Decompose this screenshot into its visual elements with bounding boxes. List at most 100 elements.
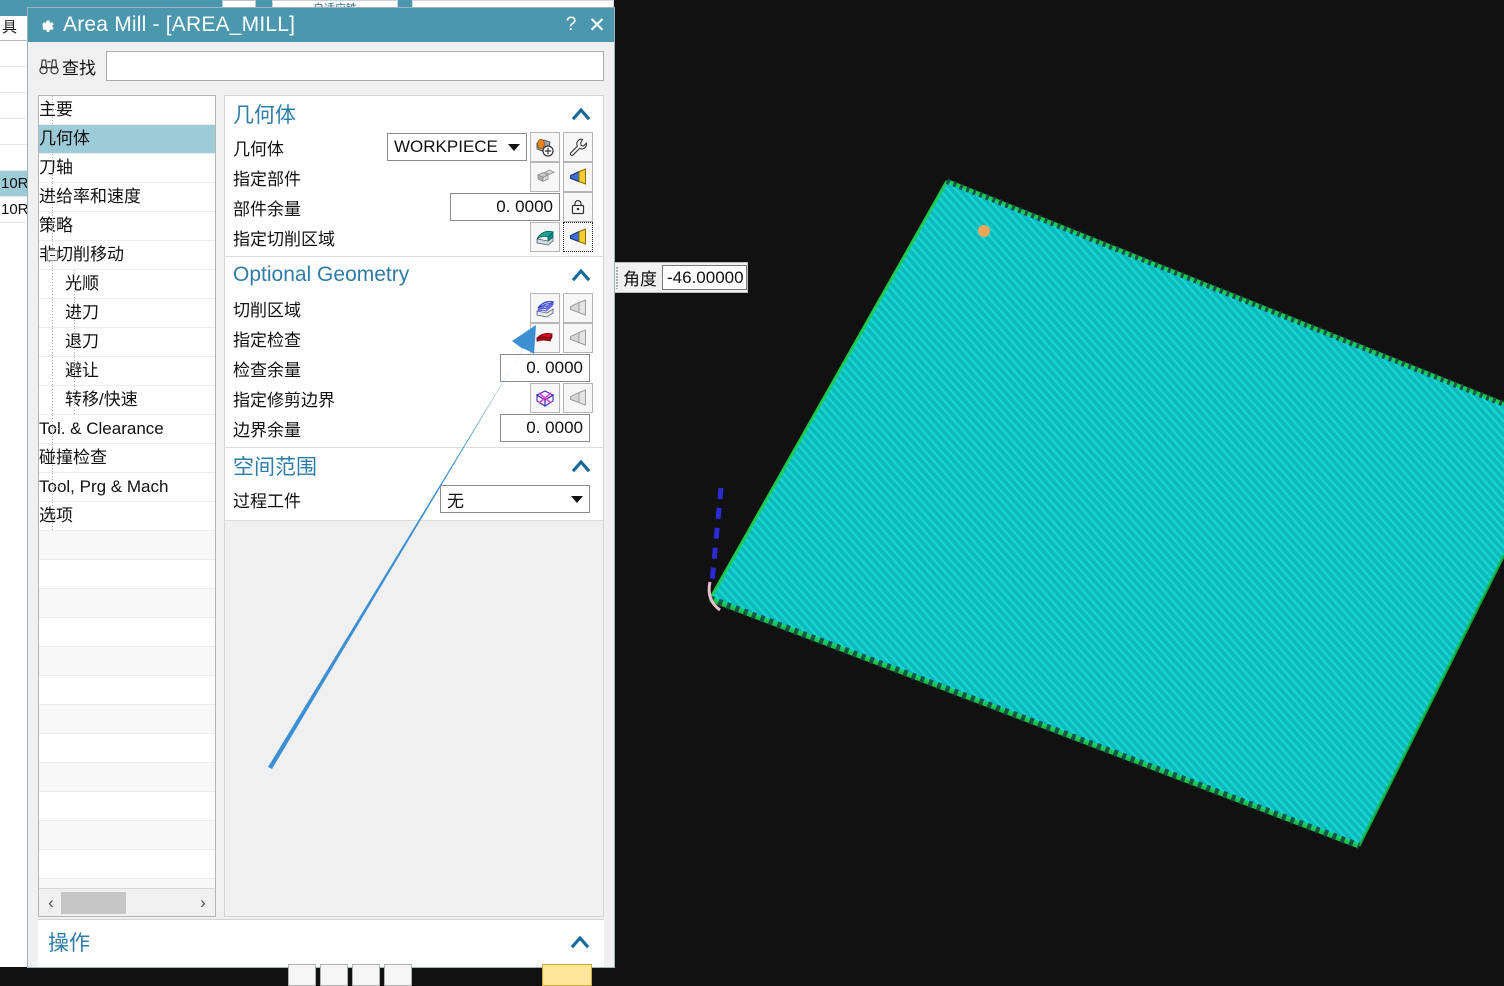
replay-button[interactable] [320,964,348,986]
tree-item[interactable]: 刀轴 [39,154,215,183]
ipw-combo-value: 无 [447,491,464,511]
part-blocks-icon[interactable] [530,162,560,192]
navigation-tree[interactable]: 主要几何体 刀轴 进给率和速度策略非切削移动 光顺 进刀退刀避让转移/快速 Tol. & … [38,95,216,917]
section-geometry-header[interactable]: 几何体 [225,96,603,132]
dialog-title-bar[interactable]: Area Mill - [AREA_MILL] ? ✕ [28,8,614,42]
section-title: 空间范围 [233,456,317,479]
flashlight-icon[interactable] [563,222,593,252]
tree-empty-row [39,589,215,618]
row-label: 指定修剪边界 [233,390,335,410]
trim-stock-input[interactable]: 0. 0000 [500,414,590,442]
flashlight-disabled-icon [563,323,593,353]
row-trim-stock: 边界余量 0. 0000 [225,413,603,443]
list-item[interactable]: 10R [0,171,27,197]
tree-item-label: 主要 [39,100,73,119]
tree-item[interactable]: Tol. & Clearance [39,415,215,444]
row-label: 几何体 [233,139,284,159]
tree-item[interactable]: 光顺 [39,270,215,299]
section-title: Optional Geometry [233,263,410,286]
close-button[interactable]: ✕ [584,12,610,38]
generate-button[interactable] [288,964,316,986]
geometry-combo[interactable]: WORKPIECE [387,133,527,161]
tree-item[interactable]: 非切削移动 [39,241,215,270]
surface-stack-icon[interactable] [530,293,560,323]
tree-item-label: 退刀 [65,332,99,351]
check-stock-input[interactable]: 0. 0000 [500,354,590,382]
tree-item-label: 避让 [65,361,99,380]
list-item[interactable] [0,67,27,93]
row-label: 指定检查 [233,330,301,350]
tree-empty-row [39,676,215,705]
wrench-icon[interactable] [563,132,593,162]
tree-item[interactable]: 几何体 [39,125,215,154]
list-button[interactable] [384,964,412,986]
tree-empty-row [39,560,215,589]
row-specify-part: 指定部件 [225,162,603,192]
ipw-combo[interactable]: 无 [440,485,590,513]
row-label: 切削区域 [233,300,301,320]
chevron-up-icon[interactable] [571,265,591,285]
chevron-up-icon[interactable] [571,104,591,124]
list-item[interactable] [0,119,27,145]
lock-icon[interactable] [563,192,593,222]
list-item[interactable] [0,93,27,119]
list-item[interactable]: 10R [0,197,27,223]
flashlight-disabled-icon [563,383,593,413]
dialog-title: Area Mill - [AREA_MILL] [63,13,296,36]
row-in-process-workpiece: 过程工件 无 [225,484,603,514]
tree-item[interactable]: 主要 [39,96,215,125]
tree-item[interactable]: 进刀 [39,299,215,328]
section-optional-geometry: Optional Geometry 切削区域 指定检查 检查余量 0. 0000… [225,257,603,448]
tree-item-label: 策略 [39,216,73,235]
tree-item-label: 选项 [39,506,73,525]
section-operation-header[interactable]: 操作 [38,920,604,964]
tree-empty-row [39,705,215,734]
section-spatial-range-header[interactable]: 空间范围 [225,448,603,484]
check-body-red-icon[interactable] [530,323,560,353]
background-left-list: 具 10R 10R [0,16,28,967]
tree-item[interactable]: 进给率和速度 [39,183,215,212]
tree-item[interactable]: 策略 [39,212,215,241]
flashlight-icon[interactable] [563,162,593,192]
row-check-stock: 检查余量 0. 0000 [225,353,603,383]
part-stock-input[interactable]: 0. 0000 [450,193,560,221]
tree-item[interactable]: Tool, Prg & Mach [39,473,215,502]
tree-item[interactable]: 退刀 [39,328,215,357]
angle-input[interactable]: -46.00000 [662,265,747,290]
chevron-down-icon [571,495,583,503]
list-item[interactable] [0,145,27,171]
scroll-right-arrow[interactable]: › [191,893,215,913]
tree-item[interactable]: 碰撞检查 [39,444,215,473]
tree-item[interactable]: 选项 [39,502,215,531]
tree-item[interactable]: 避让 [39,357,215,386]
chevron-down-icon [508,143,520,151]
row-specify-cut-area: 指定切削区域 [225,222,603,252]
tree-horizontal-scrollbar[interactable]: ‹ › [39,888,215,916]
tree-item-label: Tol. & Clearance [39,419,164,438]
geometry-combo-value: WORKPIECE [394,137,498,156]
trim-boundary-icon[interactable] [530,383,560,413]
angle-input-group[interactable]: 角度 -46.00000 [608,262,748,293]
row-label: 指定部件 [233,169,301,189]
find-input[interactable] [106,51,604,81]
chevron-up-icon[interactable] [571,456,591,476]
cad-viewport[interactable] [614,0,1504,967]
section-optional-geometry-header[interactable]: Optional Geometry [225,257,603,293]
section-geometry: 几何体 几何体 WORKPIECE 指定部件 部件余量 0. 0000 指定切削… [225,96,603,257]
geometry-add-icon[interactable] [530,132,560,162]
tree-empty-row [39,792,215,821]
help-button[interactable]: ? [558,12,584,38]
tree-expander-icon[interactable] [47,250,58,261]
section-title: 几何体 [233,104,296,127]
section-title: 操作 [48,932,90,955]
verify-button[interactable] [352,964,380,986]
cut-area-surface-icon[interactable] [530,222,560,252]
ok-button[interactable] [542,964,592,986]
tree-empty-row [39,734,215,763]
scrollbar-thumb[interactable] [61,891,126,914]
list-item[interactable] [0,41,27,67]
chevron-up-icon[interactable] [570,932,590,952]
tree-empty-row [39,850,215,879]
scroll-left-arrow[interactable]: ‹ [39,893,63,913]
tree-item[interactable]: 转移/快速 [39,386,215,415]
